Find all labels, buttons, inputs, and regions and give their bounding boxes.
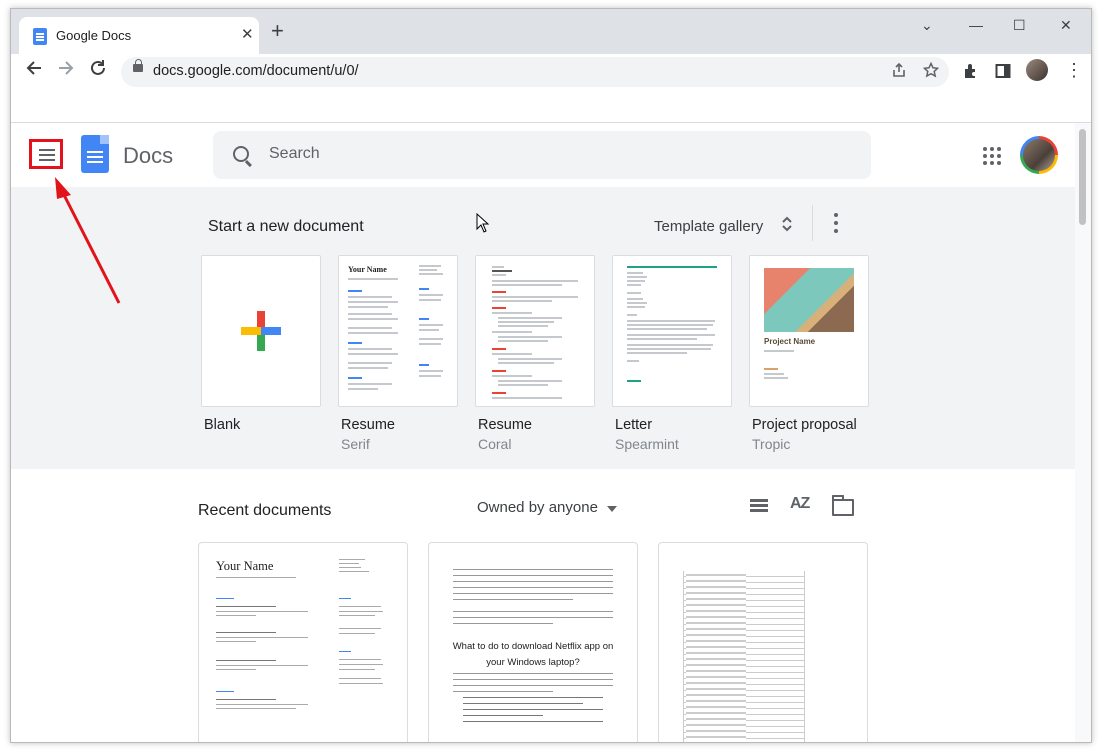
side-panel-icon[interactable] <box>995 63 1011 83</box>
tab-close-icon[interactable]: ✕ <box>241 25 254 43</box>
template-preview-image <box>764 268 854 332</box>
back-arrow-icon[interactable] <box>25 59 43 82</box>
recent-doc-card[interactable] <box>658 542 868 742</box>
mouse-cursor-icon <box>476 212 490 238</box>
docs-home-page: Docs Start a new document Template galle… <box>11 123 1091 742</box>
docs-logo-icon[interactable] <box>81 135 109 173</box>
doc-preview-title: What to do to download Netflix app on yo… <box>452 641 614 668</box>
preview-title: Project Name <box>764 337 816 346</box>
tab-strip: Google Docs ✕ + ⌄ — ☐ ✕ <box>11 9 1091 54</box>
template-name: Resume <box>341 417 395 433</box>
more-vert-icon[interactable] <box>834 213 838 233</box>
recent-doc-card[interactable]: Your Name <box>198 542 408 742</box>
scroll-thumb[interactable] <box>1079 129 1086 225</box>
template-resume-coral[interactable] <box>475 255 595 407</box>
template-subname: Tropic <box>752 436 791 452</box>
bookmark-star-icon[interactable] <box>922 61 940 82</box>
share-icon[interactable] <box>891 62 907 82</box>
app-header: Docs <box>11 123 1075 187</box>
list-view-icon[interactable] <box>750 499 768 513</box>
recent-doc-card[interactable]: What to do to download Netflix app on yo… <box>428 542 638 742</box>
recent-documents-section: Recent documents Owned by anyone AZ Your… <box>11 469 1075 742</box>
template-subname: Serif <box>341 436 370 452</box>
address-bar[interactable]: docs.google.com/document/u/0/ <box>121 57 949 87</box>
restore-button[interactable]: ☐ <box>1013 17 1026 34</box>
sort-az-icon[interactable]: AZ <box>790 495 810 513</box>
main-menu-button[interactable] <box>29 139 63 169</box>
template-subname: Coral <box>478 436 512 452</box>
template-project-proposal-tropic[interactable]: Project Name <box>749 255 869 407</box>
new-tab-button[interactable]: + <box>271 20 284 42</box>
folder-icon[interactable] <box>832 495 854 516</box>
google-apps-icon[interactable] <box>983 147 1001 165</box>
bookmarks-bar <box>11 89 1091 123</box>
template-name: Letter <box>615 417 653 433</box>
annotation-arrow-icon <box>49 175 129 310</box>
reload-icon[interactable] <box>89 59 107 82</box>
dropdown-caret-icon[interactable] <box>607 506 617 512</box>
preview-title: Your Name <box>348 265 387 274</box>
tab-search-icon[interactable]: ⌄ <box>921 17 933 34</box>
minimize-button[interactable]: — <box>969 17 983 33</box>
search-icon[interactable] <box>233 146 249 162</box>
recent-heading: Recent documents <box>198 502 332 519</box>
template-subname: Spearmint <box>615 436 679 452</box>
extensions-puzzle-icon[interactable] <box>963 63 979 83</box>
template-letter-spearmint[interactable] <box>612 255 732 407</box>
tab-title: Google Docs <box>56 28 132 43</box>
profile-avatar-icon[interactable] <box>1026 59 1048 81</box>
close-window-button[interactable]: ✕ <box>1060 17 1072 34</box>
tab-google-docs[interactable]: Google Docs ✕ <box>19 17 259 54</box>
template-name: Blank <box>204 417 241 433</box>
doc-preview-title: Your Name <box>216 559 274 573</box>
forward-arrow-icon[interactable] <box>57 59 75 82</box>
search-box[interactable] <box>213 131 871 179</box>
divider <box>812 205 813 241</box>
docs-favicon-icon <box>33 28 47 45</box>
browser-toolbar: docs.google.com/document/u/0/ ⋮ <box>11 54 1091 89</box>
template-blank[interactable] <box>201 255 321 407</box>
account-avatar[interactable] <box>1020 136 1058 174</box>
template-name: Resume <box>478 417 532 433</box>
url-text: docs.google.com/document/u/0/ <box>153 63 359 79</box>
template-gallery-button[interactable]: Template gallery <box>654 218 763 235</box>
owner-filter-dropdown[interactable]: Owned by anyone <box>477 499 598 516</box>
browser-window: Google Docs ✕ + ⌄ — ☐ ✕ docs.google.com/… <box>10 8 1092 743</box>
search-input[interactable] <box>269 145 829 163</box>
unfold-icon[interactable] <box>781 215 793 233</box>
lock-icon[interactable] <box>133 59 143 72</box>
browser-menu-icon[interactable]: ⋮ <box>1065 60 1083 81</box>
template-name: Project proposal <box>752 417 857 433</box>
template-resume-serif[interactable]: Your Name <box>338 255 458 407</box>
hamburger-icon <box>39 149 55 151</box>
app-title[interactable]: Docs <box>123 143 173 169</box>
template-section: Start a new document Template gallery Bl… <box>11 187 1075 469</box>
template-heading: Start a new document <box>208 218 364 235</box>
page-scrollbar[interactable] <box>1075 123 1091 742</box>
